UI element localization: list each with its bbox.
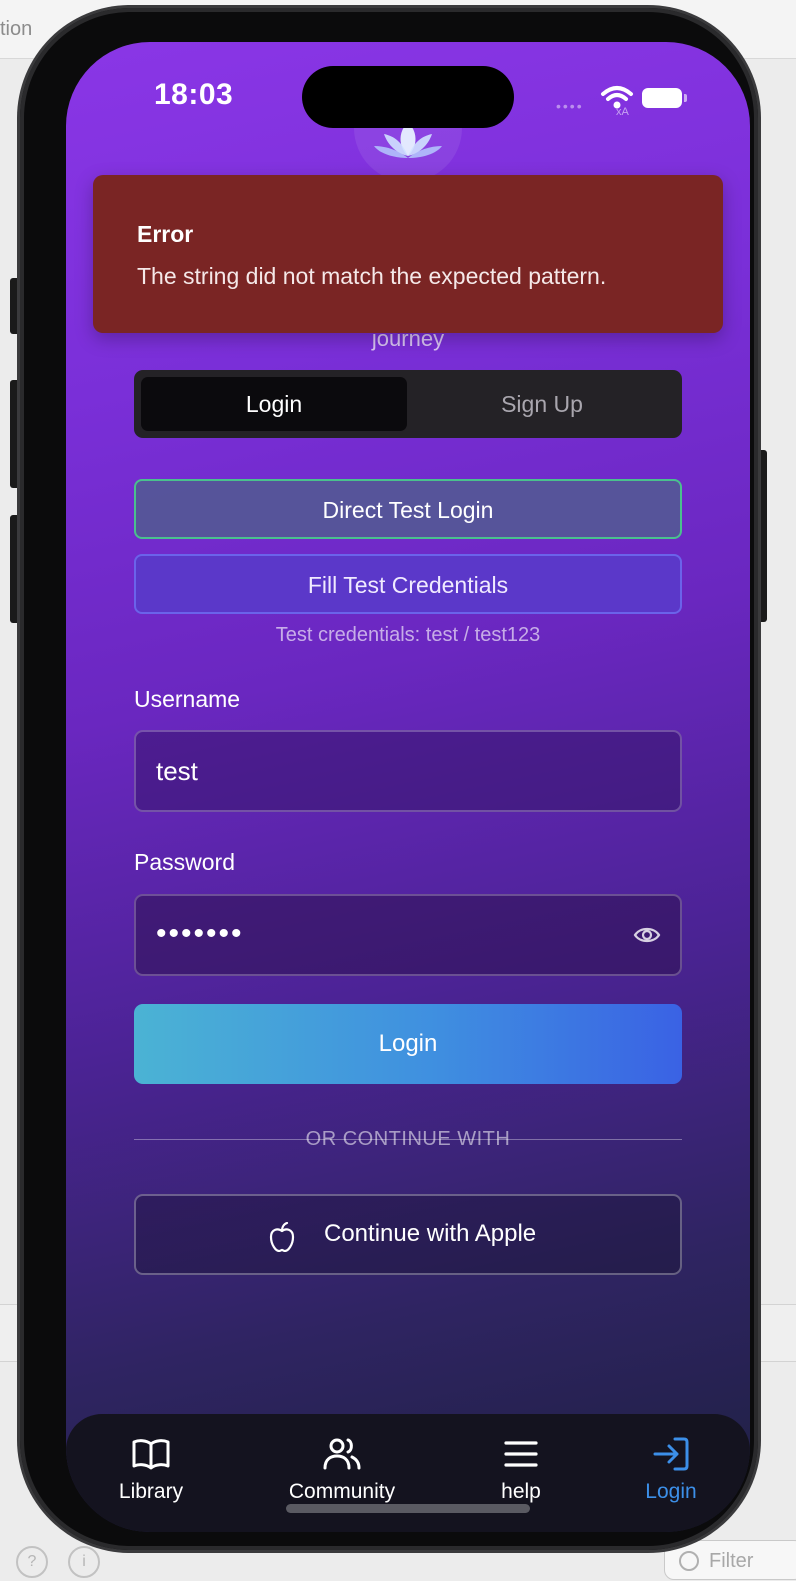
battery-icon	[642, 88, 687, 108]
auth-mode-toggle: Login Sign Up	[134, 370, 682, 438]
svg-text:xA: xA	[616, 106, 630, 116]
tab-label-library: Library	[118, 1480, 184, 1503]
tab-sign-up[interactable]: Sign Up	[409, 377, 675, 431]
book-icon	[132, 1439, 170, 1470]
tab-help[interactable]: help	[451, 1434, 591, 1504]
home-indicator	[286, 1504, 530, 1513]
volume-up-button	[10, 380, 20, 488]
tab-login[interactable]: Login	[141, 377, 407, 431]
error-toast[interactable]: Error The string did not match the expec…	[93, 175, 723, 333]
divider-text: OR CONTINUE WITH	[305, 1128, 511, 1150]
password-masked-value: •••••••	[156, 917, 244, 950]
test-credentials-hint: Test credentials: test / test123	[275, 624, 541, 646]
tab-library[interactable]: Library	[81, 1434, 221, 1504]
info-circle-icon: i	[68, 1546, 100, 1578]
tab-label-login: Login	[645, 1480, 697, 1503]
password-label: Password	[134, 849, 235, 875]
users-icon	[323, 1438, 361, 1470]
backdrop-label: tion	[0, 18, 33, 40]
error-message: The string did not match the expected pa…	[137, 263, 607, 289]
help-circle-icon: ?	[16, 1546, 48, 1578]
username-label: Username	[134, 686, 241, 712]
username-input[interactable]	[134, 730, 682, 812]
cellular-signal-icon: ••••	[556, 98, 584, 114]
phone-frame: 18:03 •••• xA journey Error The string d…	[20, 8, 758, 1550]
silent-switch	[10, 278, 20, 334]
error-title: Error	[137, 221, 194, 247]
dynamic-island	[302, 66, 514, 128]
tab-label-help: help	[501, 1480, 541, 1503]
bottom-tab-bar: Library Community help Login	[66, 1414, 750, 1532]
continue-with-apple-button[interactable]: Continue with Apple	[134, 1194, 682, 1275]
tab-label-community: Community	[288, 1480, 396, 1503]
apple-icon	[269, 1222, 295, 1252]
login-icon	[653, 1437, 689, 1471]
login-submit-button[interactable]: Login	[134, 1004, 682, 1084]
tab-login-nav[interactable]: Login	[601, 1434, 741, 1504]
eye-icon[interactable]	[632, 920, 662, 950]
filter-placeholder: Filter	[709, 1550, 754, 1572]
direct-test-login-button[interactable]: Direct Test Login	[134, 479, 682, 539]
tab-community[interactable]: Community	[272, 1434, 412, 1504]
backdrop-icons: ? i	[16, 1546, 120, 1578]
filter-icon	[679, 1551, 699, 1571]
divider-label: OR CONTINUE WITH	[66, 1128, 750, 1151]
power-button	[757, 450, 767, 622]
menu-icon	[504, 1441, 538, 1467]
filter-field[interactable]: Filter	[664, 1540, 796, 1580]
volume-down-button	[10, 515, 20, 623]
apple-button-label: Continue with Apple	[324, 1220, 537, 1247]
fill-test-credentials-button[interactable]: Fill Test Credentials	[134, 554, 682, 614]
app-screen: 18:03 •••• xA journey Error The string d…	[66, 42, 750, 1532]
wifi-icon: xA	[601, 86, 633, 116]
status-time: 18:03	[154, 78, 234, 111]
status-icons: •••• xA	[556, 82, 696, 118]
